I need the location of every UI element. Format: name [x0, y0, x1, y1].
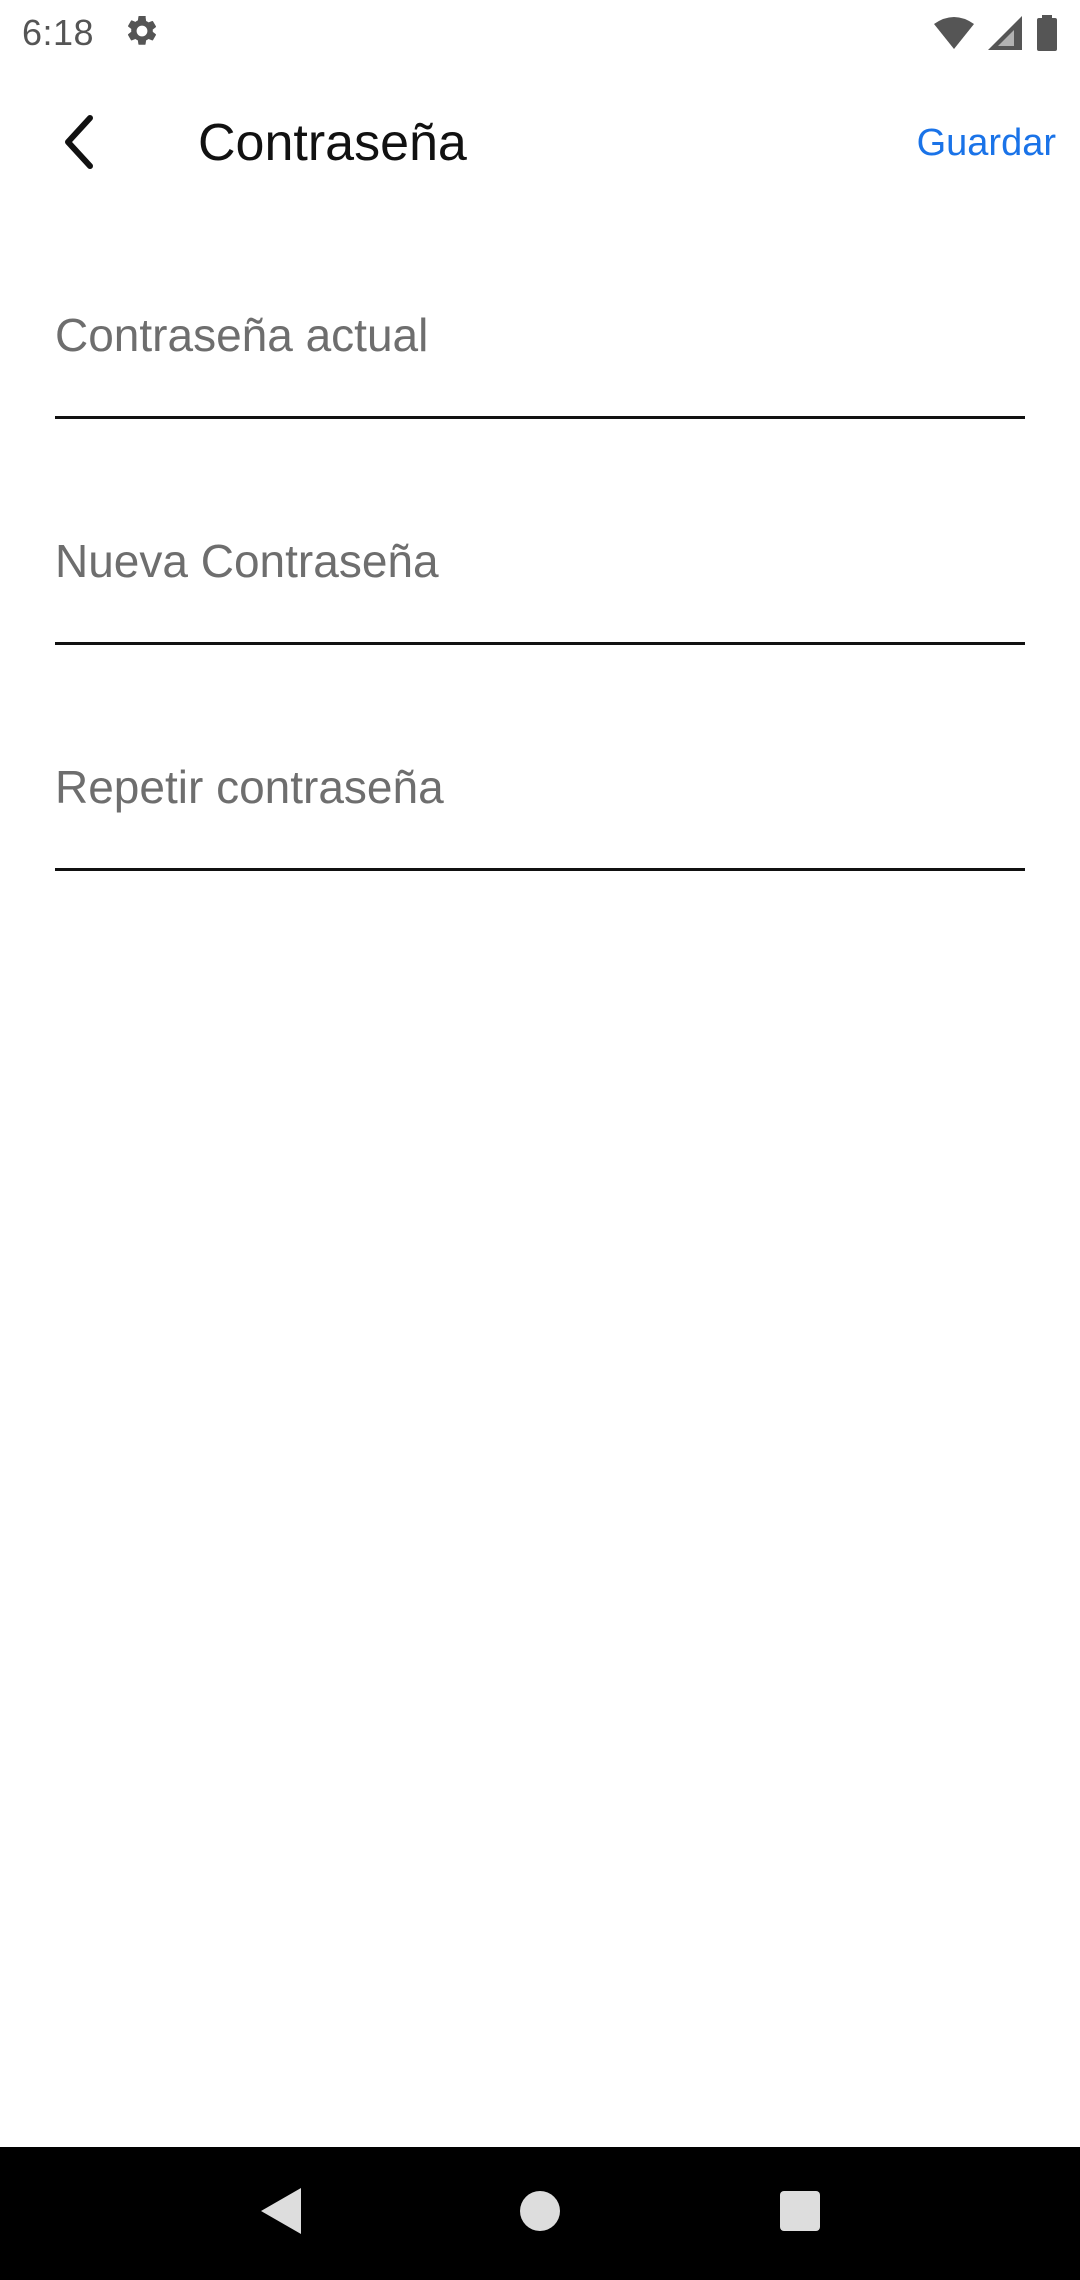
chevron-left-icon — [56, 112, 100, 177]
wifi-icon — [934, 16, 974, 50]
system-nav-bar — [0, 2147, 1080, 2280]
app-bar: Contraseña Guardar — [0, 90, 1080, 200]
nav-recents-button[interactable] — [755, 2169, 845, 2259]
recents-square-icon — [778, 2189, 822, 2238]
back-triangle-icon — [257, 2186, 303, 2241]
back-button[interactable] — [36, 102, 120, 186]
status-left: 6:18 — [22, 12, 160, 54]
battery-icon — [1036, 15, 1058, 51]
new-password-input[interactable] — [55, 521, 1025, 601]
save-button[interactable]: Guardar — [917, 118, 1056, 168]
home-circle-icon — [518, 2189, 562, 2238]
repeat-password-field — [55, 707, 1025, 871]
settings-gear-icon — [124, 13, 160, 54]
status-right — [934, 15, 1058, 51]
new-password-field — [55, 481, 1025, 645]
current-password-field — [55, 255, 1025, 419]
page-title: Contraseña — [198, 114, 467, 172]
password-screen: 6:18 Contraseña Guardar — [0, 0, 1080, 2280]
nav-back-button[interactable] — [235, 2169, 325, 2259]
password-form — [55, 255, 1025, 933]
cell-signal-icon — [988, 16, 1022, 50]
repeat-password-input[interactable] — [55, 747, 1025, 827]
current-password-input[interactable] — [55, 295, 1025, 375]
nav-home-button[interactable] — [495, 2169, 585, 2259]
status-time: 6:18 — [22, 12, 95, 53]
status-bar: 6:18 — [0, 0, 1080, 66]
